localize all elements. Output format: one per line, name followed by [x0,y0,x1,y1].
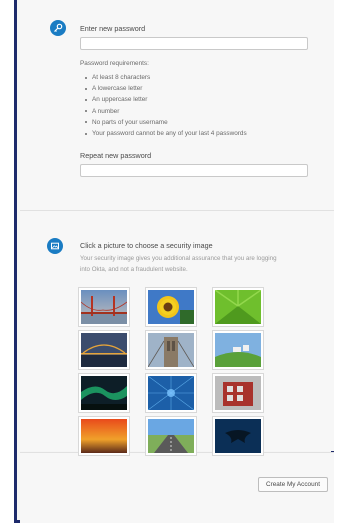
security-image-option[interactable] [146,374,196,412]
password-requirements-title: Password requirements: [80,60,149,67]
requirement-item: No parts of your username [83,117,247,128]
open-road-image [148,419,194,453]
password-requirements-list: At least 8 characters A lowercase letter… [83,72,247,139]
goats-on-hill-image [215,333,261,367]
sunflower-image [148,290,194,324]
security-image-option[interactable] [79,374,129,412]
northern-lights-image [81,376,127,410]
red-building-image [215,376,261,410]
new-password-label: Enter new password [80,24,146,33]
create-account-button[interactable]: Create My Account [258,477,328,492]
green-fern-image [215,290,261,324]
manta-ray-image [215,419,261,453]
brooklyn-bridge-image [148,333,194,367]
new-password-field[interactable] [80,37,308,50]
security-image-option[interactable] [213,288,263,326]
security-image-option[interactable] [146,288,196,326]
security-image-description: Your security image gives you additional… [80,255,277,273]
blue-network-image [148,376,194,410]
bridge-at-night-image [81,333,127,367]
sunset-sky-image [81,419,127,453]
security-image-title: Click a picture to choose a security ima… [80,241,213,250]
security-image-option[interactable] [213,374,263,412]
requirement-item: A number [83,106,247,117]
security-image-option[interactable] [213,417,263,455]
repeat-password-field[interactable] [80,164,308,177]
security-image-option[interactable] [146,417,196,455]
golden-gate-bridge-image [81,290,127,324]
requirement-item: A lowercase letter [83,83,247,94]
security-image-option[interactable] [79,331,129,369]
requirement-item: At least 8 characters [83,72,247,83]
security-image-option[interactable] [79,288,129,326]
security-image-option[interactable] [213,331,263,369]
requirement-item: Your password cannot be any of your last… [83,128,247,139]
security-image-option[interactable] [79,417,129,455]
repeat-password-label: Repeat new password [80,151,152,160]
security-image-option[interactable] [146,331,196,369]
requirement-item: An uppercase letter [83,94,247,105]
image-icon [47,238,63,254]
key-icon [50,20,66,36]
